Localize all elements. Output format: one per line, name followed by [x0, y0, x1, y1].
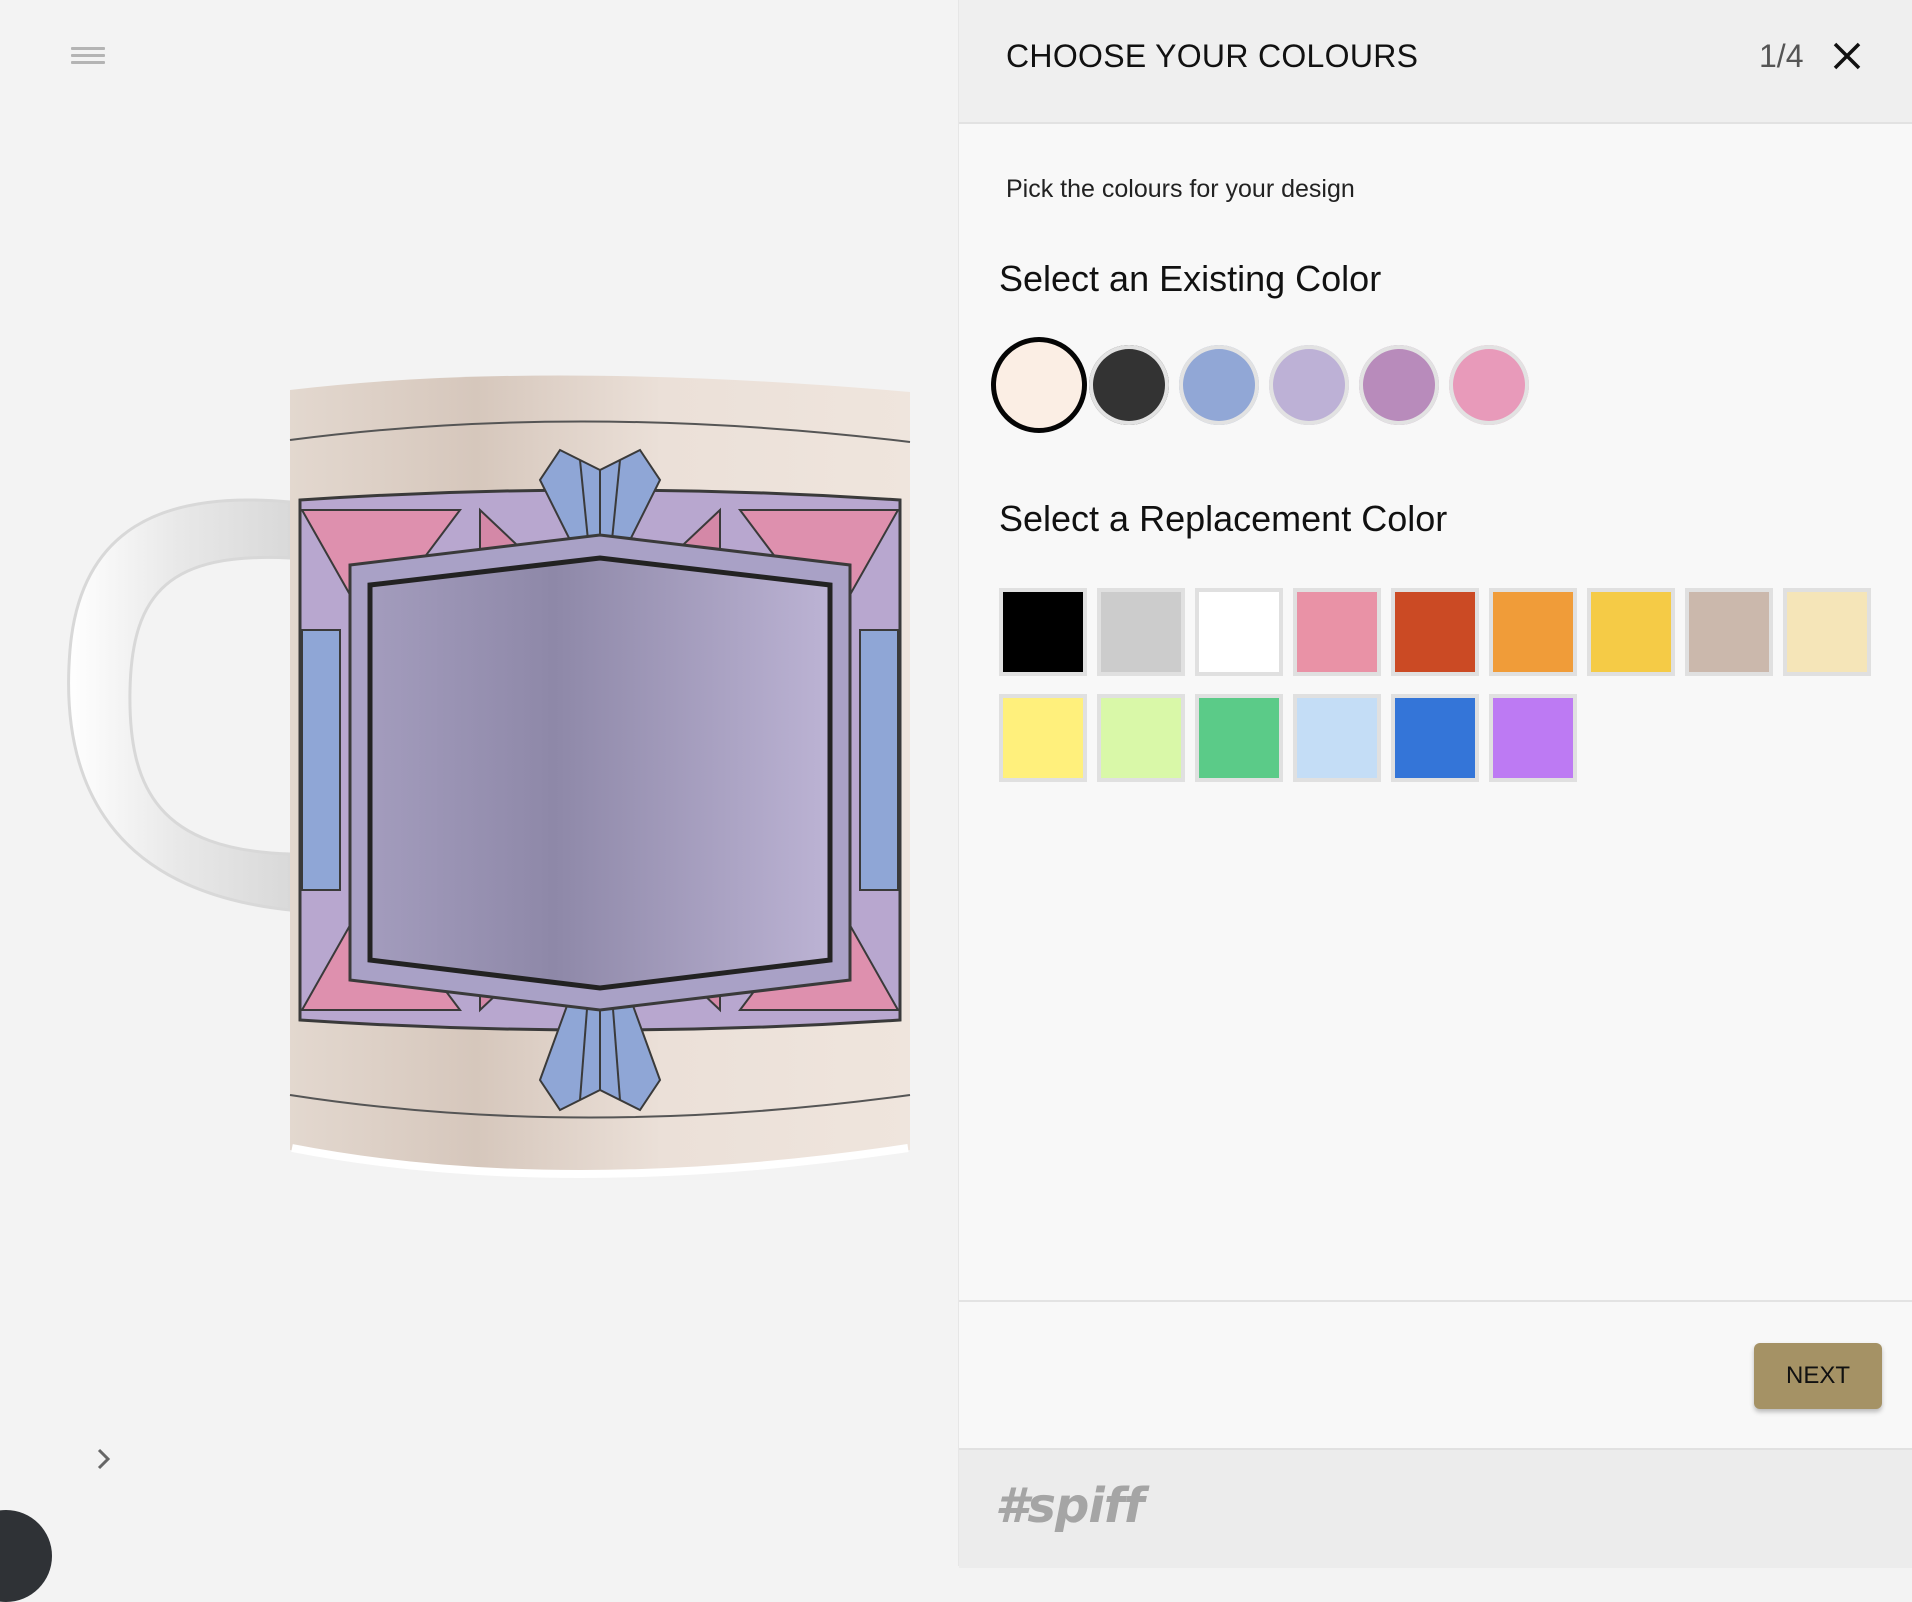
- swatch-fill: [1199, 698, 1279, 778]
- replacement-color-swatch[interactable]: [1293, 694, 1381, 782]
- replacement-color-swatch[interactable]: [1489, 694, 1577, 782]
- swatch-fill: [1493, 698, 1573, 778]
- swatch-fill: [1101, 592, 1181, 672]
- swatch-fill: [1199, 592, 1279, 672]
- swatch-fill: [1297, 592, 1377, 672]
- replacement-color-swatch[interactable]: [999, 588, 1087, 676]
- brand-footer: #spiff: [959, 1448, 1912, 1568]
- replacement-color-swatch[interactable]: [1097, 588, 1185, 676]
- swatch-fill: [1689, 592, 1769, 672]
- existing-color-heading: Select an Existing Color: [999, 258, 1382, 299]
- step-counter: 1/4: [1759, 38, 1804, 74]
- panel-title: CHOOSE YOUR COLOURS: [1006, 38, 1419, 74]
- colour-panel: CHOOSE YOUR COLOURS 1/4 Pick the colours…: [958, 0, 1912, 1568]
- panel-header: CHOOSE YOUR COLOURS 1/4: [959, 0, 1912, 124]
- replacement-color-swatch[interactable]: [1391, 588, 1479, 676]
- swatch-fill: [1787, 592, 1867, 672]
- replacement-color-swatch[interactable]: [1489, 588, 1577, 676]
- replacement-color-swatch[interactable]: [999, 694, 1087, 782]
- replacement-color-swatch[interactable]: [1391, 694, 1479, 782]
- replacement-color-swatch[interactable]: [1587, 588, 1675, 676]
- swatch-fill: [1003, 592, 1083, 672]
- replacement-color-swatch[interactable]: [1685, 588, 1773, 676]
- existing-color-swatch[interactable]: [1359, 345, 1439, 425]
- spiff-logo: #spiff: [995, 1478, 1145, 1534]
- existing-color-swatch[interactable]: [1089, 345, 1169, 425]
- replacement-color-heading: Select a Replacement Color: [999, 498, 1448, 539]
- mug-preview: [40, 330, 920, 1230]
- chat-launcher-icon[interactable]: [0, 1510, 52, 1602]
- swatch-fill: [1395, 698, 1475, 778]
- swatch-fill: [1003, 698, 1083, 778]
- existing-color-swatch[interactable]: [1179, 345, 1259, 425]
- replacement-color-grid: [999, 588, 1871, 782]
- swatch-fill: [1493, 592, 1573, 672]
- existing-color-swatch[interactable]: [1269, 345, 1349, 425]
- existing-color-list: [991, 337, 1529, 433]
- replacement-color-swatch[interactable]: [1195, 588, 1283, 676]
- panel-subtitle: Pick the colours for your design: [1006, 175, 1355, 203]
- swatch-fill: [1297, 698, 1377, 778]
- hamburger-menu-icon[interactable]: [68, 44, 108, 72]
- replacement-color-swatch[interactable]: [1097, 694, 1185, 782]
- next-button[interactable]: NEXT: [1754, 1343, 1882, 1409]
- close-icon[interactable]: [1829, 38, 1865, 74]
- footer-divider: [959, 1300, 1912, 1302]
- swatch-fill: [1591, 592, 1671, 672]
- existing-color-swatch[interactable]: [991, 337, 1087, 433]
- replacement-color-swatch[interactable]: [1293, 588, 1381, 676]
- replacement-color-swatch[interactable]: [1783, 588, 1871, 676]
- chevron-right-icon[interactable]: [90, 1445, 118, 1473]
- swatch-fill: [1101, 698, 1181, 778]
- mug-handle: [67, 498, 292, 912]
- existing-color-swatch[interactable]: [1449, 345, 1529, 425]
- product-canvas: [0, 0, 958, 1602]
- replacement-color-swatch[interactable]: [1195, 694, 1283, 782]
- swatch-fill: [1395, 592, 1475, 672]
